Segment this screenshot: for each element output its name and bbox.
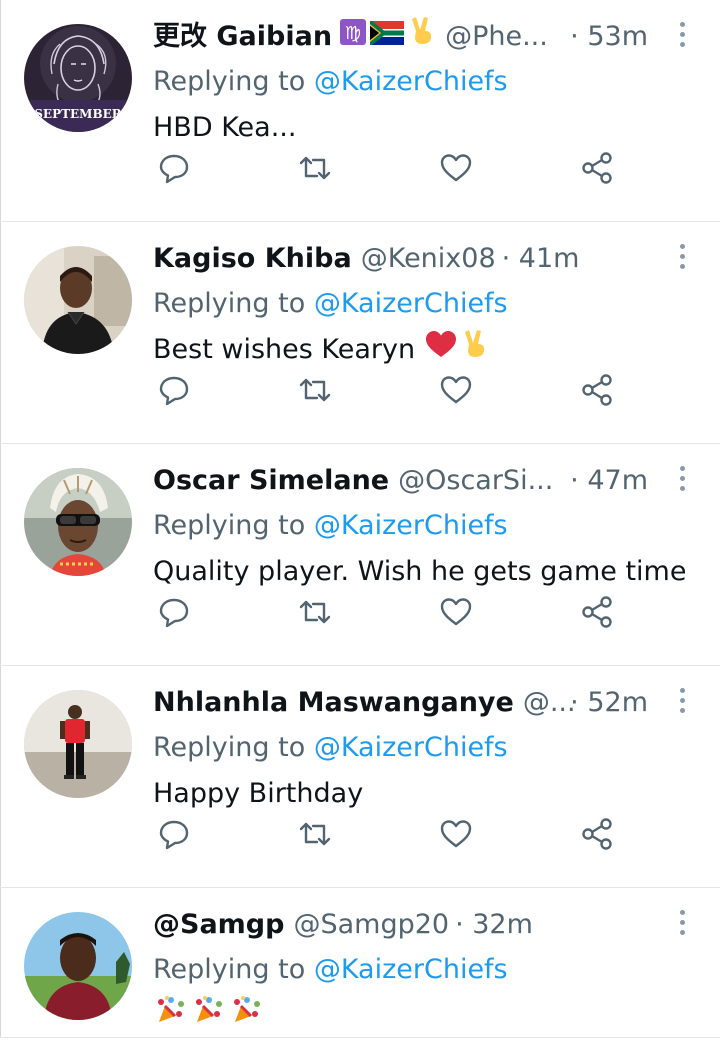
display-name[interactable]: 更改 Gaibian [153,14,332,60]
svg-text:♍: ♍ [345,23,361,44]
share-icon[interactable] [579,594,615,630]
tweet-reply[interactable]: Oscar Simelane @OscarSi... · 47m Replyin… [0,444,720,666]
party-popper-emoji [191,992,225,1040]
more-vertical-icon[interactable] [678,688,686,718]
user-handle[interactable]: @Kenix08 [361,236,496,282]
tweet-text: Best wishes Kearyn [153,326,670,374]
action-bar [156,816,616,856]
avatar[interactable] [24,690,132,798]
more-vertical-icon[interactable] [678,22,686,52]
replying-to: Replying to @KaizerChiefs [153,504,670,548]
virgo-emoji: ♍ [340,14,367,60]
timestamp[interactable]: · 41m [502,236,580,282]
avatar[interactable] [24,912,132,1020]
replying-to-prefix: Replying to [153,732,306,763]
user-handle[interactable]: @Phe... [445,14,548,60]
user-handle[interactable]: @Samgp20 [293,902,449,948]
mention-link[interactable]: @KaizerChiefs [314,66,508,97]
more-vertical-icon[interactable] [678,466,686,496]
heart-icon[interactable] [438,372,474,408]
heart-icon[interactable] [438,594,474,630]
timestamp[interactable]: · 47m [570,458,648,504]
tweet-text: HBD Kea... [153,112,297,143]
replying-to-prefix: Replying to [153,954,306,985]
more-vertical-icon[interactable] [678,910,686,940]
retweet-icon[interactable] [297,594,333,630]
replying-to: Replying to @KaizerChiefs [153,282,670,326]
display-name[interactable]: Kagiso Khiba [153,236,352,282]
avatar-label-text: SEPTEMBER [34,107,122,121]
heart-icon[interactable] [438,150,474,186]
mention-link[interactable]: @KaizerChiefs [314,954,508,985]
replying-to: Replying to @KaizerChiefs [153,948,670,992]
retweet-icon[interactable] [297,150,333,186]
reply-icon[interactable] [156,594,192,630]
victory-hand-emoji [410,14,436,60]
party-popper-emoji [153,992,187,1040]
user-handle[interactable]: @... [523,680,576,726]
reply-icon[interactable] [156,816,192,852]
avatar[interactable] [24,468,132,576]
share-icon[interactable] [579,150,615,186]
more-vertical-icon[interactable] [678,244,686,274]
retweet-icon[interactable] [297,816,333,852]
tweet-reply[interactable]: Nhlanhla Maswanganye @... · 52m Replying… [0,666,720,888]
mention-link[interactable]: @KaizerChiefs [314,732,508,763]
display-name[interactable]: @Samgp [153,902,284,948]
share-icon[interactable] [579,816,615,852]
timestamp[interactable]: · 32m [455,902,533,948]
tweet-text [153,992,670,1040]
timestamp[interactable]: · 53m [570,14,648,60]
reply-icon[interactable] [156,150,192,186]
tweet-text: Happy Birthday [153,778,364,809]
replying-to: Replying to @KaizerChiefs [153,60,670,104]
tweet-reply[interactable]: SEPTEMBER 更改 Gaibian ♍ @Phe... · 53m Rep… [0,0,720,222]
tweet-text: Quality player. Wish he gets game time [153,556,687,587]
south-africa-flag-emoji [370,14,405,60]
replying-to-prefix: Replying to [153,66,306,97]
red-heart-emoji [425,326,457,374]
mention-link[interactable]: @KaizerChiefs [314,288,508,319]
display-name[interactable]: Nhlanhla Maswanganye [153,680,514,726]
action-bar [156,150,616,190]
victory-hand-emoji [463,326,489,374]
timestamp[interactable]: · 52m [570,680,648,726]
user-handle[interactable]: @OscarSi... [398,458,553,504]
reply-icon[interactable] [156,372,192,408]
action-bar [156,372,616,412]
tweet-reply[interactable]: @Samgp @Samgp20 · 32m Replying to @Kaize… [0,888,720,1038]
action-bar [156,594,616,634]
party-popper-emoji [229,992,263,1040]
share-icon[interactable] [579,372,615,408]
mention-link[interactable]: @KaizerChiefs [314,510,508,541]
display-name[interactable]: Oscar Simelane [153,458,389,504]
replying-to: Replying to @KaizerChiefs [153,726,670,770]
tweet-text-content: Best wishes Kearyn [153,334,416,365]
tweet-reply[interactable]: Kagiso Khiba @Kenix08 · 41m Replying to … [0,222,720,444]
heart-icon[interactable] [438,816,474,852]
retweet-icon[interactable] [297,372,333,408]
avatar[interactable] [24,246,132,354]
avatar[interactable]: SEPTEMBER [24,24,132,132]
replying-to-prefix: Replying to [153,510,306,541]
replying-to-prefix: Replying to [153,288,306,319]
